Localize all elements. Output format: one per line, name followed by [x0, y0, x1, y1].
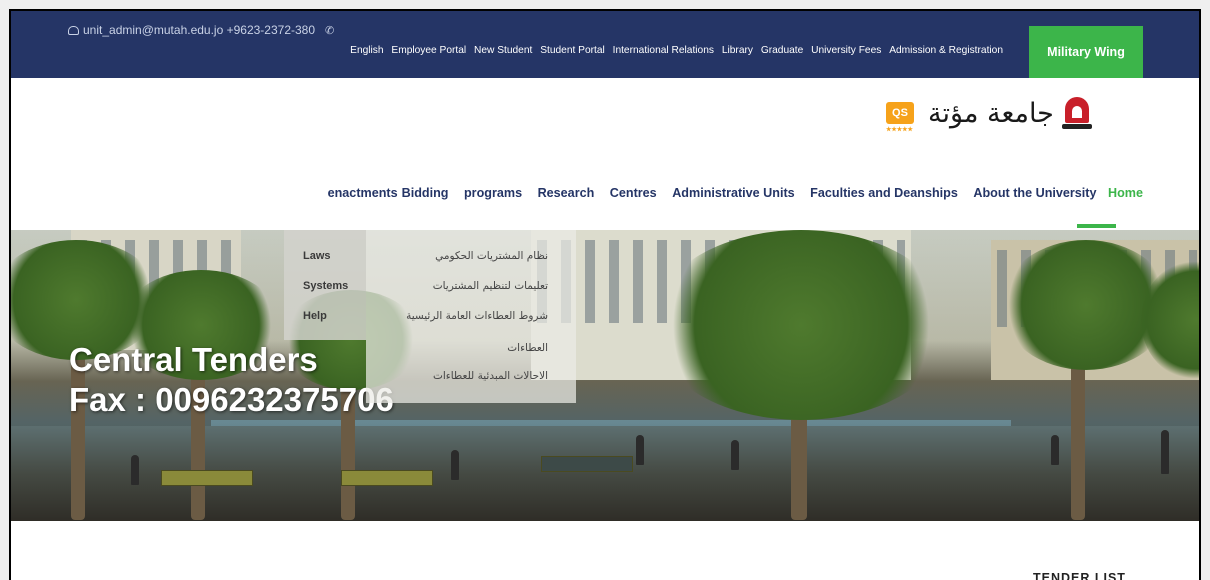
bench	[541, 456, 633, 472]
dropdown-item-help[interactable]: Help	[303, 310, 327, 322]
top-link-student-portal[interactable]: Student Portal	[540, 45, 605, 56]
qs-stars: ★★★★★	[886, 127, 913, 133]
nav-item-research[interactable]: Research	[538, 186, 595, 200]
top-link-university-fees[interactable]: University Fees	[811, 45, 881, 56]
top-link-graduate[interactable]: Graduate	[761, 45, 803, 56]
nav-item-centres[interactable]: Centres	[610, 186, 657, 200]
nav-item-about-university[interactable]: About the University	[973, 186, 1096, 200]
top-link-employee-portal[interactable]: Employee Portal	[391, 45, 466, 56]
main-nav: enactments Bidding programs Research Cent…	[328, 186, 1143, 200]
top-link-english[interactable]: English	[350, 45, 383, 56]
contact-info: unit_admin@mutah.edu.jo +9623-2372-380 ✆	[68, 23, 334, 37]
nav-item-home[interactable]: Home	[1108, 186, 1143, 200]
active-nav-indicator	[1077, 224, 1116, 228]
contact-text: unit_admin@mutah.edu.jo +9623-2372-380	[83, 23, 316, 37]
university-emblem-icon	[1061, 95, 1092, 131]
dropdown-item-tender-conditions[interactable]: شروط العطاءات العامة الرئيسية	[406, 310, 548, 322]
nav-item-faculties-deanships[interactable]: Faculties and Deanships	[810, 186, 958, 200]
nav-item-administrative-units[interactable]: Administrative Units	[672, 186, 794, 200]
dropdown-right-column: نظام المشتريات الحكومي تعليمات لتنظيم ال…	[366, 230, 576, 403]
dropdown-item-systems[interactable]: Systems	[303, 280, 348, 292]
university-name: جامعة مؤتة	[928, 97, 1054, 129]
qs-badge-label: QS	[892, 107, 908, 119]
section-heading: TENDER LIST	[1033, 571, 1126, 580]
nav-item-programs[interactable]: programs	[464, 186, 522, 200]
top-link-new-student[interactable]: New Student	[474, 45, 532, 56]
top-links: English Employee Portal New Student Stud…	[345, 45, 1003, 56]
bench	[341, 470, 433, 486]
dropdown-item-initial-awards[interactable]: الاحالات المبدئية للعطاءات	[433, 370, 548, 382]
browser-viewport: unit_admin@mutah.edu.jo +9623-2372-380 ✆ …	[9, 9, 1201, 580]
nav-item-enactments[interactable]: enactments	[328, 186, 398, 200]
nav-item-bidding[interactable]: Bidding	[402, 186, 449, 200]
dropdown-item-procurement-instructions[interactable]: تعليمات لتنظيم المشتريات	[433, 280, 548, 292]
mail-icon	[68, 26, 79, 35]
dropdown-item-tenders[interactable]: العطاءات	[507, 342, 548, 354]
top-link-admission-registration[interactable]: Admission & Registration	[889, 45, 1003, 56]
top-link-international-relations[interactable]: International Relations	[613, 45, 714, 56]
phone-icon: ✆	[325, 25, 335, 37]
top-bar: unit_admin@mutah.edu.jo +9623-2372-380 ✆ …	[11, 11, 1199, 78]
dropdown-left-column: Laws Systems Help	[284, 230, 366, 340]
bench	[161, 470, 253, 486]
bidding-dropdown-menu: Laws Systems Help نظام المشتريات الحكومي…	[284, 230, 576, 403]
military-wing-button[interactable]: Military Wing	[1029, 26, 1143, 78]
hero-banner: Central Tenders Fax : 0096232375706	[11, 230, 1199, 521]
university-logo[interactable]: QS ★★★★★ جامعة مؤتة	[886, 93, 1092, 133]
dropdown-item-laws[interactable]: Laws	[303, 250, 331, 262]
top-link-library[interactable]: Library	[722, 45, 753, 56]
dropdown-item-procurement-system[interactable]: نظام المشتريات الحكومي	[435, 250, 548, 262]
qs-rating-badge: QS ★★★★★	[886, 102, 914, 133]
